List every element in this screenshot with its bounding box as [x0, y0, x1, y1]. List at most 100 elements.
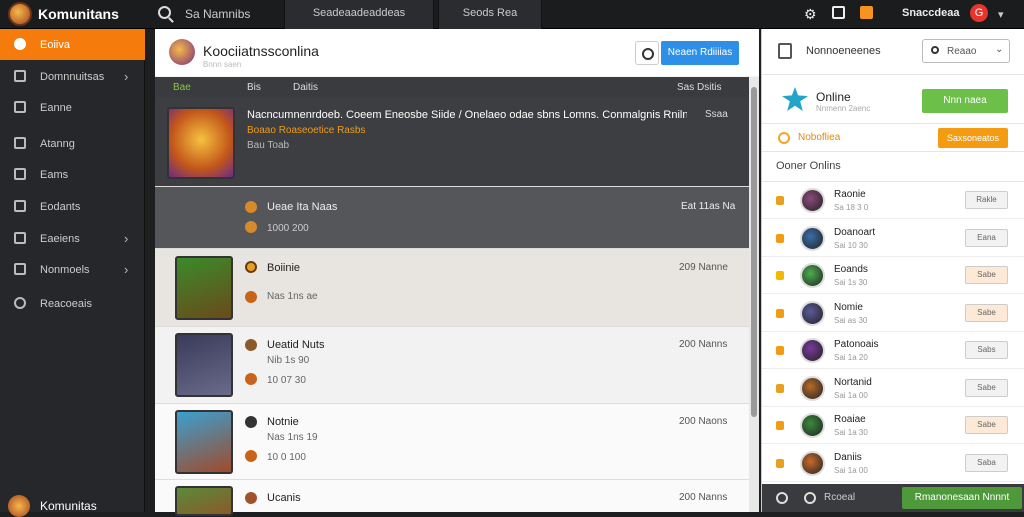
chevron-down-icon: ⌄: [995, 44, 1004, 55]
panel-search-label: Reaao: [947, 46, 977, 57]
settings-icon[interactable]: [776, 492, 788, 504]
friend-action-button[interactable]: Sabs: [965, 341, 1008, 359]
sidebar-item-label: Eoiiva: [40, 39, 70, 51]
column-header-3[interactable]: Daitis: [293, 82, 318, 93]
footer-label: Rcoeal: [824, 492, 856, 503]
gear-icon[interactable]: ⚙: [804, 6, 817, 23]
avatar: [800, 413, 825, 438]
sidebar-item-community[interactable]: Domnnuitsas ›: [0, 61, 145, 92]
mail-icon: [14, 263, 26, 275]
events-icon: [14, 232, 26, 244]
clock-icon: [245, 221, 257, 233]
column-header-4[interactable]: Sas Dsitis: [677, 82, 721, 93]
status-dot-icon: [776, 346, 784, 355]
profile-icon[interactable]: [804, 492, 816, 504]
app-logo[interactable]: [8, 2, 32, 26]
table-row[interactable]: Ucanis 200 Nanns: [155, 480, 749, 516]
friend-row[interactable]: Daniis Sai 1a 00 Saba: [762, 445, 1024, 482]
table-row[interactable]: Boiinie Nas 1ns ae 209 Nanne: [155, 249, 749, 327]
row-title: Notnie: [267, 416, 299, 428]
column-header-2[interactable]: Bis: [247, 82, 261, 93]
table-row[interactable]: Ueatid Nuts Nib 1s 90 10 07 30 200 Nanns: [155, 327, 749, 404]
top-tab-2[interactable]: Seods Rea: [438, 0, 542, 29]
community-icon: [14, 70, 26, 82]
scrollbar-thumb[interactable]: [751, 87, 757, 417]
chevron-down-icon[interactable]: ▾: [998, 8, 1004, 21]
sidebar-item-label: Eodants: [40, 201, 81, 213]
clock-icon: [245, 291, 257, 303]
game-icon: [245, 416, 257, 428]
column-header: Bae Bis Daitis Sas Dsitis: [155, 77, 749, 97]
row-sub: Bau Toab: [247, 140, 290, 151]
friend-row[interactable]: Doanoart Sai 10 30 Eana: [762, 220, 1024, 257]
sidebar-item-settings[interactable]: Reacoeais: [0, 288, 145, 319]
friend-name: Patonoais: [834, 339, 879, 350]
friend-row[interactable]: Eoands Sai 1s 30 Sabe: [762, 257, 1024, 294]
status-button[interactable]: Nnn naea: [922, 89, 1008, 113]
main-panel: Koociiatnssconlina Bnnn saen Neaen Rdiii…: [155, 29, 759, 516]
friend-name: Raonie: [834, 189, 866, 200]
sidebar-item-label: Domnnuitsas: [40, 71, 105, 83]
friend-action-button[interactable]: Saba: [965, 453, 1008, 472]
chevron-right-icon: ›: [124, 69, 129, 84]
friend-row[interactable]: Nortanid Sai 1a 00 Sabe: [762, 370, 1024, 407]
user-name[interactable]: Snaccdeaa: [902, 7, 959, 19]
avatar: [169, 39, 195, 65]
sidebar-item-chat[interactable]: Eanne: [0, 92, 145, 123]
friend-action-button[interactable]: Sabe: [965, 378, 1008, 397]
friend-action-button[interactable]: Rakle: [965, 191, 1008, 209]
friend-action-button[interactable]: Sabe: [965, 303, 1008, 322]
clock-icon: [245, 373, 257, 385]
game-icon: [245, 201, 257, 213]
sidebar-item-games[interactable]: Eams: [0, 159, 145, 190]
game-icon: [245, 339, 257, 351]
friend-row[interactable]: Raonie Sa 18 3 0 Rakle: [762, 182, 1024, 219]
footer-button[interactable]: Rmanonesaan Nnnnt: [902, 487, 1022, 509]
row-sub: Nas 1ns 19: [267, 432, 318, 443]
table-row[interactable]: Nacncumnenrdoeb. Coeem Eneosbe Siide / O…: [155, 97, 749, 187]
avatar: [800, 300, 825, 326]
table-row[interactable]: Notnie Nas 1ns 19 10 0 100 200 Naons: [155, 404, 749, 480]
friend-row[interactable]: Nomie Sai as 30 Sabe: [762, 295, 1024, 332]
table-row[interactable]: Ueae Ita Naas 1000 200 Eat 11as Na: [155, 187, 749, 249]
game-thumbnail: [175, 256, 233, 320]
friend-sub: Sai 1s 30: [834, 278, 868, 287]
top-tab-1[interactable]: Seadeaadeaddeas: [284, 0, 434, 29]
column-header-1[interactable]: Bae: [173, 82, 191, 93]
bell-icon[interactable]: [778, 43, 792, 59]
radio-toggle[interactable]: [635, 41, 659, 65]
search-icon[interactable]: [158, 6, 171, 19]
friend-sub: Sai 1a 00: [834, 465, 868, 475]
row-title: Boiinie: [267, 262, 301, 274]
primary-button[interactable]: Neaen Rdiiiias: [661, 41, 739, 65]
panel-footer: Rcoeal Rmanonesaan Nnnnt: [762, 484, 1024, 512]
chevron-right-icon: ›: [124, 231, 129, 246]
sidebar-item-label: Eams: [40, 169, 69, 181]
friend-action-button[interactable]: Eana: [965, 228, 1008, 247]
game-thumbnail: [175, 333, 233, 397]
row-title: Ucanis: [267, 492, 301, 504]
avatar[interactable]: G: [970, 4, 988, 22]
clock-icon: [245, 450, 257, 462]
friend-row[interactable]: Patonoais Sai 1a 20 Sabs: [762, 332, 1024, 369]
friend-action-button[interactable]: Sabe: [965, 266, 1008, 284]
image-icon[interactable]: [832, 6, 845, 19]
sidebar-item-stats[interactable]: Eodants: [0, 191, 145, 222]
friend-action-button[interactable]: Sabe: [965, 416, 1008, 434]
status-dot-icon: [776, 308, 784, 318]
online-heading: Ooner Onlins: [776, 160, 841, 172]
friend-row[interactable]: Roaiae Sai 1a 30 Sabe: [762, 407, 1024, 444]
notification-icon[interactable]: [860, 6, 873, 19]
panel-search-select[interactable]: Reaao ⌄: [922, 39, 1010, 63]
games-icon: [14, 168, 26, 180]
row-sub: 1000 200: [267, 223, 309, 234]
sidebar-item-mail[interactable]: Nonmoels ›: [0, 254, 145, 285]
sidebar-item-events[interactable]: Eaeiens ›: [0, 223, 145, 254]
sidebar-item-edit[interactable]: Atanng: [0, 128, 145, 159]
promo-button[interactable]: Saxsoneatos: [938, 128, 1008, 148]
sidebar-item-home[interactable]: Eoiiva: [0, 29, 145, 60]
scrollbar[interactable]: [749, 77, 759, 512]
sidebar-footer[interactable]: Komunitas: [0, 493, 145, 517]
friend-list: Raonie Sa 18 3 0 Rakle Doanoart Sai 10 30 Ean…: [762, 181, 1024, 484]
top-search-input[interactable]: Sa Namnibs: [185, 7, 250, 21]
